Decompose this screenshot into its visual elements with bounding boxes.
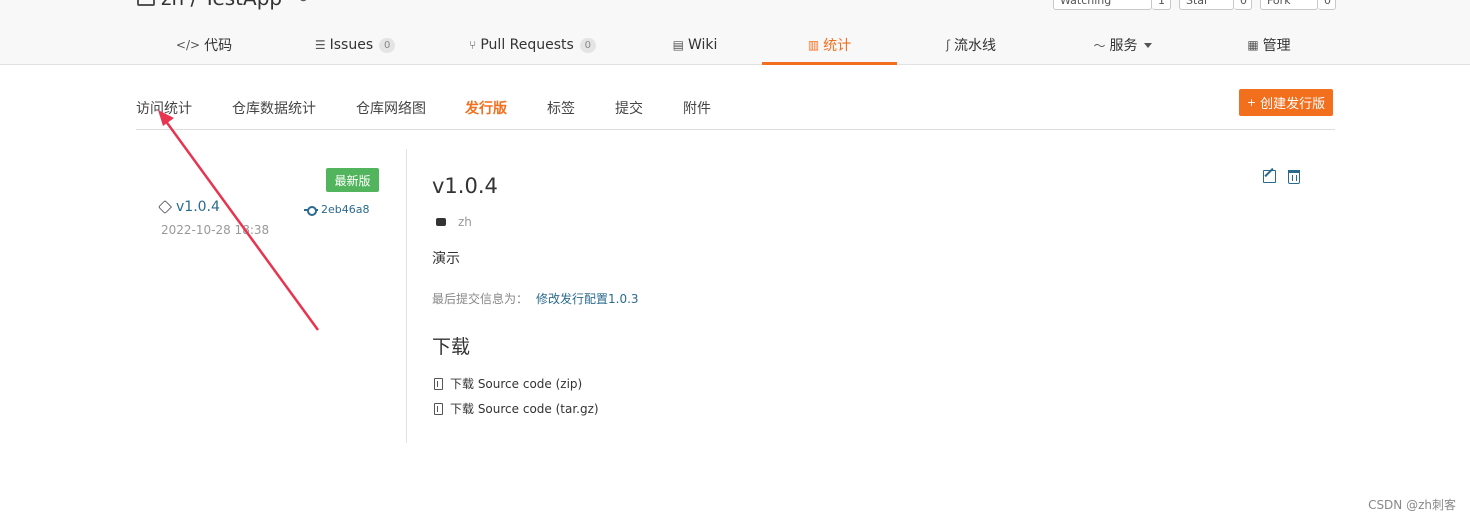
download-targz-link[interactable]: 下载 Source code (tar.gz)	[434, 400, 599, 417]
create-release-button[interactable]: + 创建发行版	[1239, 89, 1333, 116]
watch-label: Watching	[1053, 0, 1152, 10]
sync-icon[interactable]: ⟲	[296, 0, 308, 6]
issues-icon: ☰	[314, 38, 326, 52]
manage-icon: ▦	[1247, 38, 1259, 52]
release-commit-label: 2eb46a8	[321, 203, 370, 216]
issues-count: 0	[379, 37, 396, 53]
chevron-down-icon	[1143, 42, 1152, 48]
download-heading: 下载	[432, 336, 471, 358]
watermark: CSDN @zh刺客	[1368, 498, 1456, 512]
pipeline-icon: ʃ	[945, 38, 951, 52]
tab-manage-label: 管理	[1262, 38, 1291, 54]
tab-services[interactable]: 〜 服务	[1065, 25, 1180, 65]
fork-button[interactable]: Fork 0	[1260, 0, 1336, 10]
subnav-repo-data-stats[interactable]: 仓库数据统计	[232, 98, 316, 118]
tab-services-label: 服务	[1109, 38, 1138, 54]
edit-icon[interactable]	[1263, 170, 1276, 183]
watch-button[interactable]: Watching 1	[1053, 0, 1171, 10]
tab-issues[interactable]: ☰ Issues 0	[295, 25, 415, 65]
release-title: v1.0.4	[432, 174, 498, 198]
tab-wiki[interactable]: ▤ Wiki	[640, 25, 750, 65]
wiki-icon: ▤	[672, 38, 684, 52]
download-targz-label: 下载 Source code (tar.gz)	[450, 402, 599, 416]
repo-name: zh / TestApp	[161, 0, 282, 10]
pull-requests-count: 0	[579, 37, 596, 53]
chart-icon: ▥	[807, 38, 820, 52]
download-zip-label: 下载 Source code (zip)	[450, 377, 583, 391]
tab-issues-label: Issues	[329, 37, 374, 53]
last-commit-info: 最后提交信息为： 修改发行配置1.0.3	[432, 290, 639, 307]
commit-icon	[304, 205, 318, 216]
trash-icon[interactable]	[1288, 170, 1300, 184]
file-zip-icon	[434, 402, 443, 415]
repo-tabs: </> 代码 ☰ Issues 0 ⑂ Pull Requests 0 ▤ Wi…	[0, 25, 1470, 65]
release-description: 演示	[432, 251, 460, 267]
vertical-divider	[406, 149, 407, 443]
star-button[interactable]: Star 0	[1179, 0, 1252, 10]
star-count: 0	[1234, 0, 1252, 10]
release-tag-link[interactable]: v1.0.4	[157, 199, 220, 215]
tab-pull-requests[interactable]: ⑂ Pull Requests 0	[455, 25, 610, 65]
release-author[interactable]: zh	[436, 215, 472, 229]
tab-wiki-label: Wiki	[687, 37, 718, 53]
last-commit-link[interactable]: 修改发行配置1.0.3	[536, 292, 639, 306]
create-release-label: 创建发行版	[1260, 97, 1326, 112]
fork-label: Fork	[1260, 0, 1318, 10]
tag-icon	[157, 199, 173, 215]
tab-pull-requests-label: Pull Requests	[480, 37, 574, 53]
code-icon: </>	[175, 38, 201, 52]
tab-pipeline-label: 流水线	[954, 38, 997, 54]
repo-header: zh / TestApp ⟲ Watching 1 Star 0 Fork 0 …	[0, 0, 1470, 65]
repo-title[interactable]: zh / TestApp ⟲	[137, 0, 308, 10]
release-tag-label: v1.0.4	[176, 199, 220, 215]
statistics-subnav: 访问统计 仓库数据统计 仓库网络图 发行版 标签 提交 附件 + 创建发行版	[136, 88, 1335, 130]
annotation-arrow	[158, 110, 320, 331]
subnav-commits[interactable]: 提交	[615, 98, 643, 118]
release-date: 2022-10-28 18:38	[161, 223, 270, 237]
subnav-attachments[interactable]: 附件	[683, 98, 711, 118]
service-icon: 〜	[1093, 38, 1106, 53]
last-commit-label: 最后提交信息为：	[432, 292, 529, 306]
tab-statistics-label: 统计	[823, 38, 852, 54]
star-label: Star	[1179, 0, 1234, 10]
subnav-repo-network[interactable]: 仓库网络图	[356, 98, 426, 118]
download-zip-link[interactable]: 下载 Source code (zip)	[434, 375, 582, 392]
author-name: zh	[458, 215, 472, 229]
tab-code[interactable]: </> 代码	[146, 25, 262, 65]
release-commit-link[interactable]: 2eb46a8	[304, 203, 370, 216]
tab-code-label: 代码	[204, 38, 233, 54]
tab-manage[interactable]: ▦ 管理	[1210, 25, 1328, 65]
tab-statistics[interactable]: ▥ 统计	[762, 25, 897, 65]
tab-pipeline[interactable]: ʃ 流水线	[915, 25, 1027, 65]
avatar	[436, 218, 446, 226]
file-zip-icon	[434, 377, 443, 390]
subnav-tags[interactable]: 标签	[547, 98, 575, 118]
pull-request-icon: ⑂	[469, 38, 477, 52]
watch-count: 1	[1152, 0, 1171, 10]
subnav-visit-stats[interactable]: 访问统计	[136, 98, 192, 118]
subnav-releases[interactable]: 发行版	[465, 98, 507, 118]
fork-count: 0	[1318, 0, 1336, 10]
latest-badge: 最新版	[326, 168, 379, 192]
repo-icon	[137, 0, 155, 6]
plus-icon: +	[1246, 96, 1257, 109]
